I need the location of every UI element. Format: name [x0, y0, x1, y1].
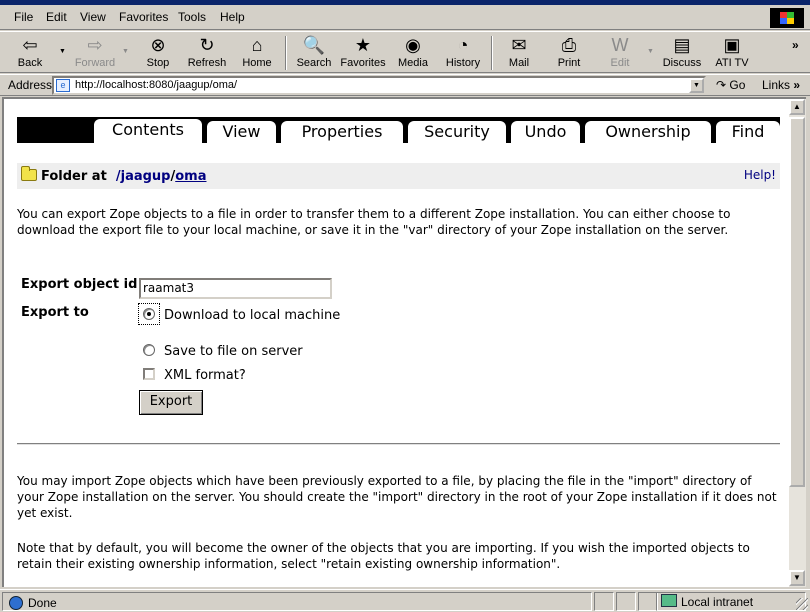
favorites-icon: ★: [354, 35, 372, 55]
folder-icon: [21, 166, 37, 181]
go-button[interactable]: ↷ Go: [716, 78, 745, 92]
history-icon: ◔: [457, 35, 469, 55]
stop-icon: ⊗: [150, 35, 166, 55]
location-bar: Folder at /jaagup/oma Help!: [17, 163, 780, 189]
xml-format-checkbox[interactable]: [143, 368, 155, 380]
help-link[interactable]: Help!: [744, 168, 776, 182]
refresh-button[interactable]: ↻ Refresh: [184, 34, 230, 72]
discuss-button[interactable]: ▤ Discuss: [660, 34, 704, 72]
tab-bar: Contents View Properties Security Undo O…: [17, 117, 780, 143]
tab-find[interactable]: Find: [716, 121, 780, 143]
download-option-label: Download to local machine: [164, 308, 341, 323]
scroll-up-icon[interactable]: ▲: [789, 99, 805, 115]
favorites-button[interactable]: ★ Favorites: [338, 34, 388, 72]
path-link-oma[interactable]: oma: [175, 169, 206, 184]
menu-view[interactable]: View: [80, 10, 106, 24]
toolbar-overflow-icon[interactable]: »: [792, 38, 799, 52]
status-panel: [638, 592, 658, 611]
mail-icon: ✉: [511, 35, 527, 55]
search-icon: 🔍: [302, 35, 326, 55]
menu-tools[interactable]: Tools: [178, 10, 206, 24]
back-dropdown-icon[interactable]: ▼: [59, 48, 66, 55]
tab-undo[interactable]: Undo: [511, 121, 580, 143]
edit-icon: W: [611, 35, 629, 55]
stop-button[interactable]: ⊗ Stop: [138, 34, 178, 72]
refresh-icon: ↻: [199, 35, 215, 55]
status-panel: [594, 592, 614, 611]
search-button[interactable]: 🔍 Search: [293, 34, 335, 72]
back-button[interactable]: ⇦ Back: [10, 34, 50, 72]
history-button[interactable]: ◔ History: [440, 34, 486, 72]
export-id-input[interactable]: raamat3: [139, 278, 332, 299]
path-link-jaagup[interactable]: /jaagup: [116, 169, 171, 184]
discuss-icon: ▤: [673, 35, 691, 55]
edit-dropdown-icon[interactable]: ▼: [647, 48, 654, 55]
menu-file[interactable]: File: [14, 10, 33, 24]
forward-dropdown-icon[interactable]: ▼: [122, 48, 129, 55]
links-overflow-icon: »: [793, 78, 801, 92]
radio-save-server[interactable]: [143, 344, 155, 356]
address-bar: Address e http://localhost:8080/jaagup/o…: [0, 74, 810, 96]
toolbar: ⇦ Back ▼ ⇨ Forward ▼ ⊗ Stop ↻ Refresh ⌂ …: [0, 31, 810, 73]
zone-text: Local intranet: [681, 595, 754, 609]
status-text: Done: [28, 596, 57, 610]
tab-security[interactable]: Security: [408, 121, 506, 143]
export-to-label: Export to: [21, 305, 89, 320]
scroll-thumb[interactable]: [789, 117, 805, 487]
radio-download[interactable]: [143, 308, 155, 320]
ie-page-icon: [9, 596, 23, 610]
status-panel: [616, 592, 636, 611]
status-panel: Done: [2, 592, 592, 611]
vertical-scrollbar[interactable]: ▲ ▼: [789, 97, 806, 587]
windows-logo-icon: [770, 8, 804, 28]
local-intranet-icon: [661, 594, 677, 607]
forward-arrow-icon: ⇨: [87, 35, 103, 55]
menu-bar: File Edit View Favorites Tools Help: [0, 5, 810, 30]
ownership-note: Note that by default, you will become th…: [17, 541, 750, 571]
address-label: Address: [8, 78, 53, 92]
scroll-down-icon[interactable]: ▼: [789, 570, 805, 586]
links-button[interactable]: Links »: [762, 78, 800, 92]
export-id-label: Export object id: [21, 277, 138, 292]
go-arrow-icon: ↷: [716, 78, 727, 92]
menu-edit[interactable]: Edit: [46, 10, 67, 24]
forward-button[interactable]: ⇨ Forward: [70, 34, 120, 72]
import-description: You may import Zope objects which have b…: [17, 474, 777, 520]
tab-properties[interactable]: Properties: [281, 121, 403, 143]
print-icon: ⎙: [561, 35, 577, 55]
print-button[interactable]: ⎙ Print: [549, 34, 589, 72]
home-icon: ⌂: [251, 35, 263, 55]
resize-grip-icon[interactable]: [796, 598, 808, 610]
page-icon: e: [56, 79, 70, 92]
edit-button[interactable]: W Edit: [600, 34, 640, 72]
mail-button[interactable]: ✉ Mail: [499, 34, 539, 72]
home-button[interactable]: ⌂ Home: [236, 34, 278, 72]
toolbar-separator: [285, 36, 287, 70]
location-path: Folder at /jaagup/oma: [41, 169, 207, 184]
xml-format-label: XML format?: [164, 368, 246, 383]
tab-contents[interactable]: Contents: [94, 119, 202, 143]
menu-help[interactable]: Help: [220, 10, 245, 24]
tab-ownership[interactable]: Ownership: [585, 121, 711, 143]
ati-tv-button[interactable]: ▣ ATI TV: [712, 34, 752, 72]
address-input[interactable]: e http://localhost:8080/jaagup/oma/ ▼: [52, 76, 706, 95]
save-server-option-label: Save to file on server: [164, 344, 303, 359]
toolbar-separator: [491, 36, 493, 70]
tv-icon: ▣: [723, 35, 741, 55]
address-dropdown-icon[interactable]: ▼: [689, 78, 704, 93]
status-bar: Done Local intranet: [0, 589, 810, 612]
export-description: You can export Zope objects to a file in…: [17, 207, 731, 237]
menu-favorites[interactable]: Favorites: [119, 10, 168, 24]
address-url: http://localhost:8080/jaagup/oma/: [75, 79, 238, 91]
media-button[interactable]: ◉ Media: [393, 34, 433, 72]
export-button[interactable]: Export: [139, 390, 203, 415]
media-icon: ◉: [405, 35, 421, 55]
divider: [17, 443, 780, 445]
tab-view[interactable]: View: [207, 121, 276, 143]
back-arrow-icon: ⇦: [22, 35, 38, 55]
page-viewport: Contents View Properties Security Undo O…: [2, 97, 791, 587]
